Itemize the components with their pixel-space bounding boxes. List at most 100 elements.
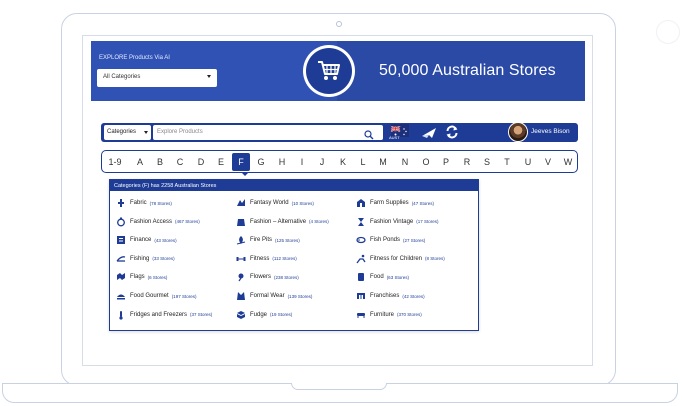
chevron-down-icon bbox=[144, 131, 148, 134]
letter-m[interactable]: M bbox=[374, 153, 392, 171]
letter-1-9[interactable]: 1-9 bbox=[104, 153, 126, 171]
category-item[interactable]: Franchises (42 Stores) bbox=[356, 290, 425, 302]
category-store-count: (197 Stores) bbox=[171, 293, 197, 299]
letter-g[interactable]: G bbox=[252, 153, 270, 171]
category-item[interactable]: Fabric (78 Stores) bbox=[116, 197, 172, 209]
letter-h[interactable]: H bbox=[273, 153, 291, 171]
country-label: AUST bbox=[389, 135, 400, 140]
category-item[interactable]: Fashion Vintage (17 Stores) bbox=[356, 216, 439, 228]
category-name: Furniture bbox=[370, 311, 395, 318]
laptop-notch bbox=[291, 383, 387, 390]
letter-i[interactable]: I bbox=[293, 153, 311, 171]
letter-f[interactable]: F bbox=[232, 153, 250, 171]
category-store-count: (112 Stores) bbox=[272, 256, 297, 262]
decorative-circle bbox=[656, 20, 680, 44]
country-selector[interactable]: AUST bbox=[389, 124, 411, 141]
category-store-count: (4 Stores) bbox=[309, 219, 329, 225]
gourmet-icon bbox=[116, 291, 126, 301]
category-store-count: (10 Stores) bbox=[291, 200, 314, 206]
letter-e[interactable]: E bbox=[212, 153, 230, 171]
category-item[interactable]: Fitness (112 Stores) bbox=[236, 253, 297, 265]
letter-s[interactable]: S bbox=[478, 153, 496, 171]
explore-label: EXPLORE Products Via AI bbox=[99, 55, 170, 61]
alphabet-filter: 1-9 A B C D E F G H I J K L M N O P R S T U V W bbox=[101, 150, 578, 173]
category-item[interactable]: Farm Supplies (47 Stores) bbox=[356, 197, 434, 209]
fudge-icon bbox=[236, 310, 246, 320]
refresh-icon[interactable] bbox=[445, 125, 459, 144]
categories-dropdown-label: Categories bbox=[107, 129, 137, 135]
category-item[interactable]: Flags (6 Stores) bbox=[116, 271, 167, 283]
letter-a[interactable]: A bbox=[131, 153, 149, 171]
child-fitness-icon bbox=[356, 254, 366, 264]
category-store-count: (78 Stores) bbox=[149, 200, 172, 206]
fantasy-icon bbox=[236, 198, 246, 208]
thermometer-icon bbox=[116, 310, 126, 320]
category-select-value: All Categories bbox=[103, 74, 141, 80]
search-icon[interactable] bbox=[364, 127, 374, 145]
letter-r[interactable]: R bbox=[458, 153, 476, 171]
category-item[interactable]: Fashion Access (467 Stores) bbox=[116, 216, 200, 228]
letter-n[interactable]: N bbox=[396, 153, 414, 171]
category-item[interactable]: Fridges and Freezers (37 Stores) bbox=[116, 309, 212, 321]
category-item[interactable]: Fishing (33 Stores) bbox=[116, 253, 175, 265]
category-name: Fire Pits bbox=[250, 237, 273, 244]
search-bar: Categories Explore Products AUST Jeeves … bbox=[101, 122, 578, 145]
cart-badge bbox=[303, 45, 355, 97]
letter-w[interactable]: W bbox=[559, 153, 577, 171]
letter-o[interactable]: O bbox=[417, 153, 435, 171]
category-name: Flags bbox=[130, 274, 145, 281]
letter-b[interactable]: B bbox=[151, 153, 169, 171]
category-item[interactable]: Food (63 Stores) bbox=[356, 271, 409, 283]
category-item[interactable]: Fish Ponds (27 Stores) bbox=[356, 234, 425, 246]
category-item[interactable]: Formal Wear (139 Stores) bbox=[236, 290, 312, 302]
category-store-count: (17 Stores) bbox=[416, 219, 439, 225]
category-item[interactable]: Fitness for Children (8 Stores) bbox=[356, 253, 445, 265]
category-item[interactable]: Furniture (370 Stores) bbox=[356, 309, 422, 321]
category-name: Farm Supplies bbox=[370, 200, 409, 206]
category-name: Franchises bbox=[370, 293, 400, 299]
user-name: Jeeves Bison bbox=[531, 128, 570, 135]
letter-v[interactable]: V bbox=[539, 153, 557, 171]
letter-u[interactable]: U bbox=[519, 153, 537, 171]
category-name: Fudge bbox=[250, 311, 268, 318]
paper-plane-icon[interactable] bbox=[421, 126, 437, 144]
active-letter-pointer bbox=[241, 172, 249, 176]
category-item[interactable]: Fantasy World (10 Stores) bbox=[236, 197, 314, 209]
category-name: Flowers bbox=[250, 274, 272, 281]
category-name: Food bbox=[370, 274, 384, 281]
letter-j[interactable]: J bbox=[313, 153, 331, 171]
category-item[interactable]: Finance (43 Stores) bbox=[116, 234, 177, 246]
category-name: Fabric bbox=[130, 200, 147, 206]
category-store-count: (467 Stores) bbox=[175, 219, 200, 225]
category-item[interactable]: Fashion – Alternative (4 Stores) bbox=[236, 216, 329, 228]
letter-l[interactable]: L bbox=[354, 153, 372, 171]
letter-t[interactable]: T bbox=[498, 153, 516, 171]
category-name: Fashion Vintage bbox=[370, 218, 414, 225]
category-item[interactable]: Fire Pits (125 Stores) bbox=[236, 234, 300, 246]
dumbbell-icon bbox=[236, 254, 246, 264]
letter-c[interactable]: C bbox=[171, 153, 189, 171]
flower-icon bbox=[236, 272, 246, 282]
categories-dropdown[interactable]: Categories bbox=[104, 125, 151, 140]
category-name: Fishing bbox=[130, 255, 150, 262]
category-store-count: (6 Stores) bbox=[147, 274, 168, 280]
letter-d[interactable]: D bbox=[192, 153, 210, 171]
australia-flag-icon bbox=[390, 124, 409, 137]
shopping-cart-icon bbox=[306, 48, 352, 94]
category-item[interactable]: Food Gourmet (197 Stores) bbox=[116, 290, 196, 302]
search-input[interactable]: Explore Products bbox=[153, 125, 383, 140]
banner-left-panel: EXPLORE Products Via AI All Categories bbox=[91, 41, 337, 101]
category-store-count: (19 Stores) bbox=[270, 312, 293, 318]
user-profile[interactable]: Jeeves Bison bbox=[506, 122, 576, 142]
category-item[interactable]: Fudge (19 Stores) bbox=[236, 309, 292, 321]
letter-p[interactable]: P bbox=[437, 153, 455, 171]
letter-k[interactable]: K bbox=[334, 153, 352, 171]
franchise-icon bbox=[356, 291, 366, 301]
accessory-icon bbox=[116, 217, 126, 227]
vintage-icon bbox=[356, 217, 366, 227]
furniture-icon bbox=[356, 310, 366, 320]
category-select[interactable]: All Categories bbox=[97, 69, 217, 87]
category-item[interactable]: Flowers (238 Stores) bbox=[236, 271, 299, 283]
category-name: Fish Ponds bbox=[370, 237, 401, 244]
category-store-count: (47 Stores) bbox=[411, 200, 434, 206]
